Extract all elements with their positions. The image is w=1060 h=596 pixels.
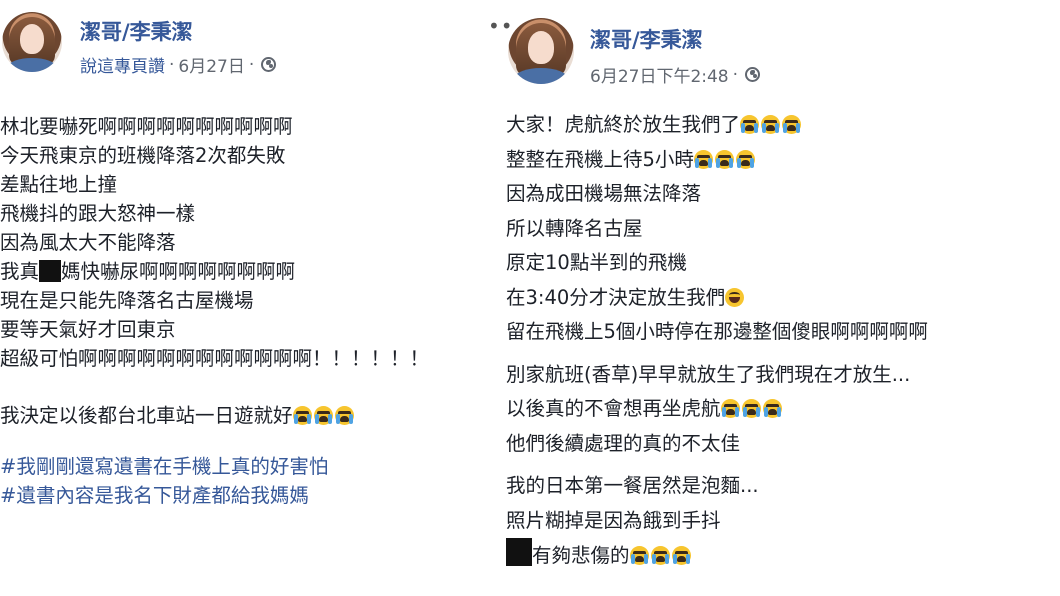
- post-line: 現在是只能先降落名古屋機場: [0, 289, 254, 312]
- loudly-crying-face-icon: [782, 115, 802, 134]
- author-name[interactable]: 潔哥/李秉潔: [590, 24, 703, 54]
- post-line-with-emoji: 我決定以後都台北車站一日遊就好: [0, 401, 429, 430]
- loudly-crying-face-icon: [762, 399, 782, 418]
- globe-icon: [261, 57, 277, 72]
- laughing-face-icon: [725, 287, 745, 307]
- post-line: 因為風太大不能降落: [0, 231, 176, 254]
- loudly-crying-face-icon: [650, 546, 670, 565]
- meta-separator: ·: [169, 54, 175, 75]
- post-line: 今天飛東京的班機降落2次都失敗: [0, 144, 286, 167]
- loudly-crying-face-icon: [735, 149, 755, 169]
- author-name[interactable]: 潔哥/李秉潔: [80, 16, 193, 46]
- post-line: 原定10點半到的飛機: [506, 251, 687, 274]
- loudly-crying-face-icon: [292, 406, 312, 425]
- post-date[interactable]: 6月27日下午2:48: [590, 62, 729, 87]
- post-line-with-emoji: 大家！虎航終於放生我們了: [506, 108, 928, 143]
- post-line: 留在飛機上5個小時停在那邊整個傻眼啊啊啊啊啊: [506, 320, 928, 343]
- right-post: 潔哥/李秉潔 6月27日下午2:48 · 大家！虎航終於放生我們了 整整在飛機上…: [496, 0, 1060, 596]
- post-line-with-emoji: 在3:40分才決定放生我們: [506, 281, 928, 316]
- post-line-with-emoji: 整整在飛機上待5小時: [506, 143, 928, 178]
- post-body: 林北要嚇死啊啊啊啊啊啊啊啊啊啊 今天飛東京的班機降落2次都失敗 差點往地上撞 飛…: [0, 112, 429, 510]
- post-line: 他們後續處理的真的不太佳: [506, 431, 741, 455]
- post-line-with-emoji: 以後真的不會想再坐虎航: [506, 392, 928, 427]
- post-line: 差點往地上撞: [0, 173, 118, 196]
- loudly-crying-face-icon: [671, 546, 691, 565]
- post-line: 別家航班(香草)早早就放生了我們現在才放生...: [506, 362, 911, 386]
- post-meta: 6月27日下午2:48 ·: [590, 62, 761, 87]
- post-line-part: 媽快嚇尿啊啊啊啊啊啊啊啊: [61, 260, 296, 283]
- avatar[interactable]: [508, 18, 574, 84]
- post-body: 大家！虎航終於放生我們了 整整在飛機上待5小時 因為成田機場無法降落 所以轉降名…: [506, 108, 928, 574]
- post-line: 林北要嚇死啊啊啊啊啊啊啊啊啊啊: [0, 115, 293, 138]
- left-post: 潔哥/李秉潔 說這專頁讚 · 6月27日 · 林北要嚇死啊啊啊啊啊啊啊啊啊啊 今…: [0, 0, 492, 596]
- loudly-crying-face-icon: [693, 149, 713, 169]
- loudly-crying-face-icon: [720, 399, 740, 418]
- post-line-with-emoji: 有夠悲傷的: [506, 538, 928, 574]
- post-line: 因為成田機場無法降落: [506, 182, 702, 205]
- hashtag-link[interactable]: #遺書內容是我名下財產都給我媽媽: [0, 481, 429, 510]
- post-line: 我的日本第一餐居然是泡麵...: [506, 474, 759, 497]
- hashtag-link[interactable]: #我剛剛還寫遺書在手機上真的好害怕: [0, 452, 429, 481]
- meta-separator: ·: [732, 64, 739, 85]
- post-meta: 說這專頁讚 · 6月27日 ·: [80, 52, 277, 77]
- avatar[interactable]: [2, 12, 62, 72]
- post-line: 超級可怕啊啊啊啊啊啊啊啊啊啊啊啊！！！！！！: [0, 347, 430, 370]
- post-line: 飛機抖的跟大怒神一樣: [0, 202, 196, 225]
- loudly-crying-face-icon: [313, 406, 333, 425]
- globe-icon: [745, 67, 761, 82]
- page-like-link[interactable]: 說這專頁讚: [80, 52, 165, 77]
- censor-bar: [39, 260, 62, 282]
- post-line-part: 我真: [0, 260, 40, 283]
- meta-separator: ·: [248, 54, 255, 75]
- post-line-censored: 我真 媽快嚇尿啊啊啊啊啊啊啊啊: [0, 257, 429, 286]
- loudly-crying-face-icon: [629, 546, 649, 565]
- loudly-crying-face-icon: [741, 399, 761, 418]
- loudly-crying-face-icon: [714, 149, 734, 169]
- loudly-crying-face-icon: [334, 406, 354, 425]
- post-date[interactable]: 6月27日: [178, 52, 244, 77]
- post-line: 要等天氣好才回東京: [0, 318, 176, 341]
- post-line: 所以轉降名古屋: [506, 216, 643, 240]
- post-line: 照片糊掉是因為餓到手抖: [506, 508, 721, 532]
- censor-bar: [506, 538, 532, 566]
- loudly-crying-face-icon: [740, 115, 760, 134]
- loudly-crying-face-icon: [761, 115, 781, 134]
